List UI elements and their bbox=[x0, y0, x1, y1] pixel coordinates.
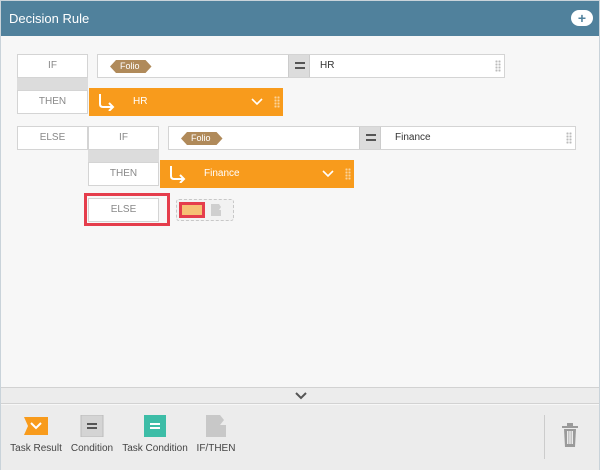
plus-icon[interactable]: + bbox=[571, 10, 593, 26]
chevron-down-icon[interactable] bbox=[322, 167, 334, 179]
result-label: Finance bbox=[204, 168, 240, 179]
condition-hr[interactable]: Folio HR bbox=[97, 54, 505, 78]
block-palette: Task Result Condition Task Condition IF/… bbox=[1, 405, 599, 470]
chevron-down-icon[interactable] bbox=[251, 95, 263, 107]
turn-arrow-icon bbox=[99, 94, 115, 111]
window-header: Decision Rule + bbox=[1, 1, 599, 36]
drag-handle-icon[interactable] bbox=[566, 132, 572, 144]
task-result-drop-icon[interactable] bbox=[179, 202, 205, 218]
palette-condition[interactable]: Condition bbox=[67, 414, 117, 454]
palette-task-condition[interactable]: Task Condition bbox=[121, 415, 189, 454]
trash-icon[interactable] bbox=[561, 423, 579, 447]
condition-value[interactable]: HR bbox=[320, 55, 334, 77]
equals-operator[interactable] bbox=[359, 127, 381, 149]
result-label: HR bbox=[133, 96, 148, 107]
task-result-hr[interactable]: HR bbox=[89, 88, 283, 116]
condition-icon bbox=[80, 414, 104, 438]
palette-if-then[interactable]: IF/THEN bbox=[195, 415, 237, 454]
task-result-finance[interactable]: Finance bbox=[160, 160, 354, 188]
if-then-drop-icon[interactable] bbox=[211, 204, 223, 216]
decision-rule-window: Decision Rule + IF Folio HR THEN HR ELSE… bbox=[0, 0, 600, 470]
nested-if-label[interactable]: IF bbox=[88, 126, 159, 150]
else-label[interactable]: ELSE bbox=[17, 126, 88, 150]
palette-label: Task Result bbox=[10, 443, 62, 454]
else-highlight-box bbox=[84, 193, 170, 226]
turn-arrow-icon bbox=[170, 166, 186, 183]
palette-label: Task Condition bbox=[122, 443, 188, 454]
palette-label: IF/THEN bbox=[196, 443, 236, 454]
palette-label: Condition bbox=[70, 443, 114, 454]
drag-handle-icon[interactable] bbox=[345, 168, 351, 180]
drag-handle-icon[interactable] bbox=[495, 60, 501, 72]
if-then-icon bbox=[204, 415, 228, 437]
collapse-palette-bar[interactable] bbox=[1, 387, 599, 404]
chevron-down-icon[interactable] bbox=[295, 391, 307, 401]
if-label[interactable]: IF bbox=[17, 54, 88, 78]
condition-finance[interactable]: Folio Finance bbox=[168, 126, 576, 150]
task-condition-icon bbox=[143, 415, 167, 437]
branch-connector bbox=[88, 150, 159, 162]
condition-value[interactable]: Finance bbox=[395, 127, 431, 149]
drag-handle-icon[interactable] bbox=[274, 96, 280, 108]
task-result-icon bbox=[24, 415, 48, 437]
nested-then-label[interactable]: THEN bbox=[88, 162, 159, 186]
palette-task-result[interactable]: Task Result bbox=[9, 415, 63, 454]
equals-operator[interactable] bbox=[288, 55, 310, 77]
branch-connector bbox=[17, 78, 88, 90]
palette-divider bbox=[544, 415, 545, 459]
then-label[interactable]: THEN bbox=[17, 90, 88, 114]
drop-placeholder[interactable] bbox=[176, 199, 234, 221]
folio-field-tag[interactable]: Folio bbox=[110, 60, 152, 73]
folio-field-tag[interactable]: Folio bbox=[181, 132, 223, 145]
window-title: Decision Rule bbox=[9, 11, 90, 26]
